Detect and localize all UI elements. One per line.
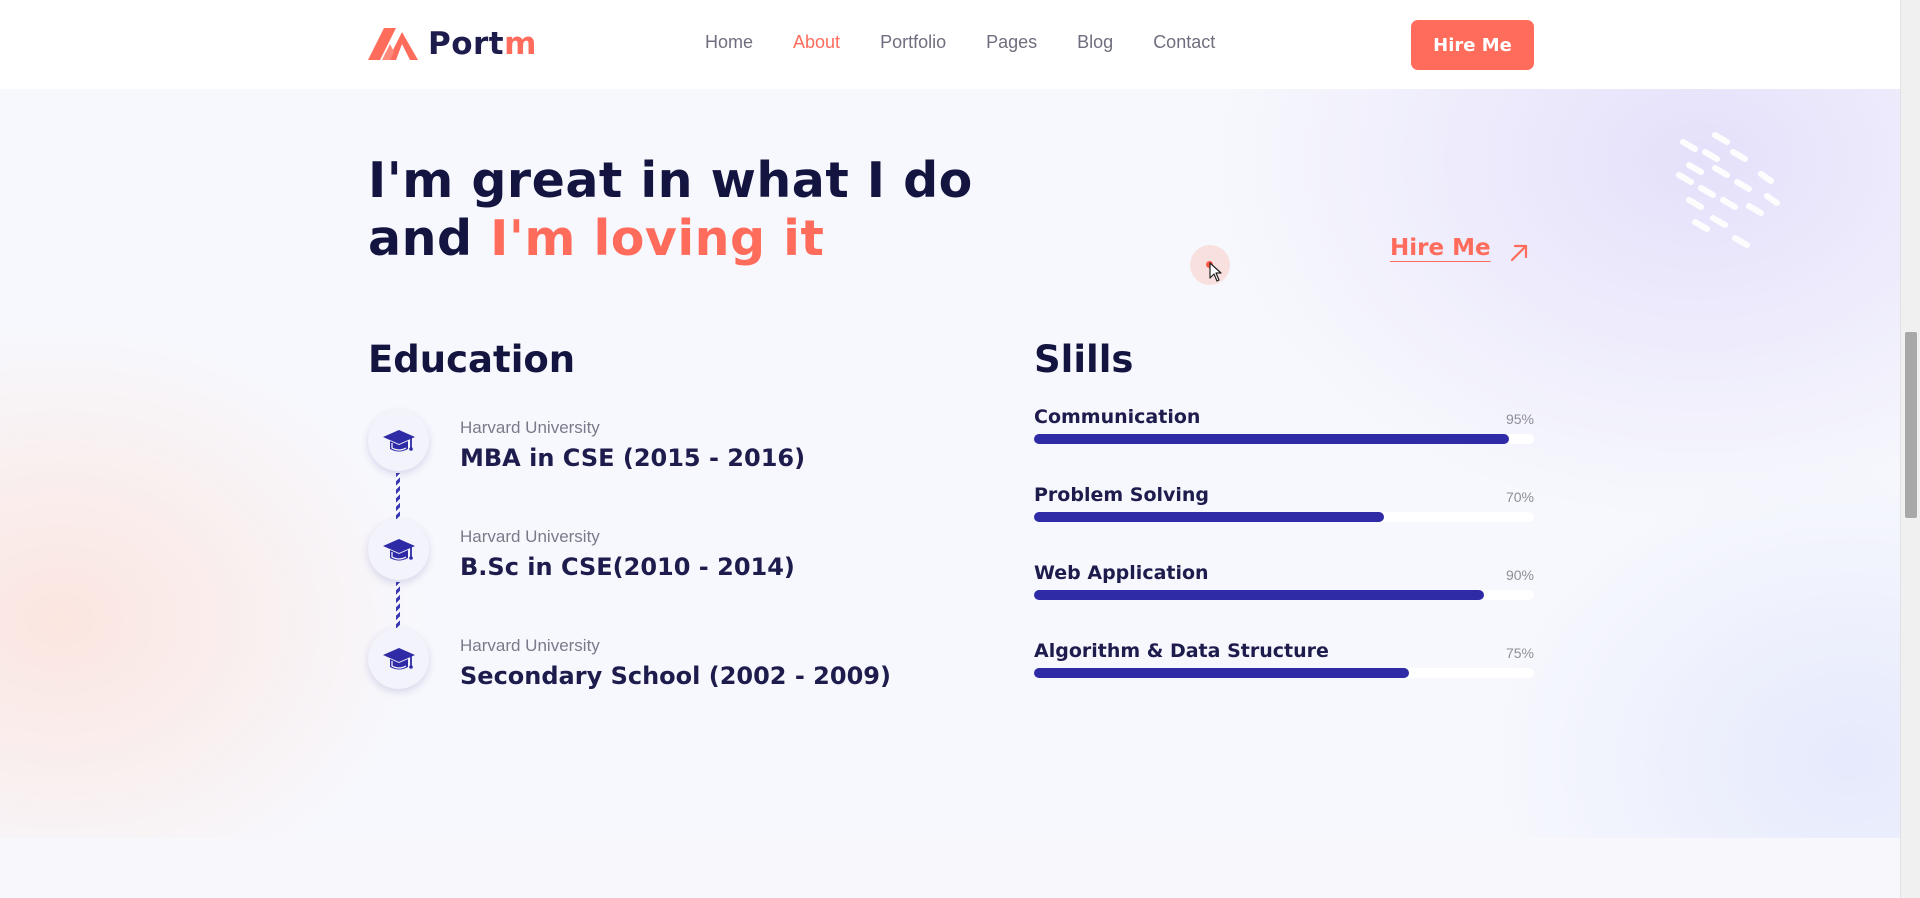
skills-title: Slills: [1034, 338, 1134, 381]
education-item: Harvard University MBA in CSE (2015 - 20…: [368, 410, 968, 480]
next-section-band: [0, 838, 1900, 898]
hire-me-link[interactable]: Hire Me: [1390, 235, 1491, 261]
site-header: Portm Home About Portfolio Pages Blog Co…: [0, 0, 1900, 89]
education-icon-wrap: [368, 628, 429, 689]
logo[interactable]: Portm: [368, 26, 537, 62]
decorative-stripes: [1676, 132, 1780, 248]
skill-track: [1034, 668, 1534, 678]
skill-item: Algorithm & Data Structure 75%: [1034, 640, 1534, 690]
graduation-cap-icon: [382, 429, 415, 451]
education-icon-wrap: [368, 410, 429, 471]
nav-portfolio[interactable]: Portfolio: [880, 32, 946, 53]
education-degree: Secondary School (2002 - 2009): [460, 662, 891, 690]
skill-track: [1034, 512, 1534, 522]
page: Portm Home About Portfolio Pages Blog Co…: [0, 0, 1900, 898]
nav-home[interactable]: Home: [705, 32, 753, 53]
education-degree: MBA in CSE (2015 - 2016): [460, 444, 806, 472]
nav-contact[interactable]: Contact: [1153, 32, 1215, 53]
timeline-connector: [396, 473, 400, 519]
logo-mark-icon: [368, 28, 418, 60]
logo-text-part1: Port: [428, 26, 505, 62]
arrow-up-right-icon[interactable]: [1508, 242, 1530, 264]
main-nav: Home About Portfolio Pages Blog Contact: [705, 32, 1255, 53]
skill-progress-bar: [1034, 512, 1384, 522]
skill-percent: 70%: [1505, 489, 1534, 505]
logo-text-part2: m: [504, 26, 537, 62]
headline-line1: I'm great in what I do: [368, 152, 973, 209]
skill-percent: 95%: [1505, 411, 1534, 427]
education-degree: B.Sc in CSE(2010 - 2014): [460, 553, 795, 581]
skill-item: Communication 95%: [1034, 406, 1534, 456]
skill-item: Problem Solving 70%: [1034, 484, 1534, 534]
page-scrollbar[interactable]: [1900, 0, 1920, 898]
education-school: Harvard University: [460, 527, 600, 546]
skill-percent: 75%: [1505, 645, 1534, 661]
scrollbar-thumb[interactable]: [1905, 332, 1917, 518]
hero-headline: I'm great in what I do and I'm loving it: [368, 152, 973, 268]
education-icon-wrap: [368, 519, 429, 580]
headline-line2-prefix: and: [368, 210, 491, 267]
nav-blog[interactable]: Blog: [1077, 32, 1113, 53]
skill-name: Problem Solving: [1034, 484, 1210, 506]
hire-me-button[interactable]: Hire Me: [1411, 20, 1534, 70]
skill-name: Communication: [1034, 406, 1201, 428]
skill-progress-bar: [1034, 590, 1484, 600]
graduation-cap-icon: [382, 647, 415, 669]
skill-track: [1034, 590, 1534, 600]
skill-percent: 90%: [1505, 567, 1534, 583]
graduation-cap-icon: [382, 538, 415, 560]
skill-progress-bar: [1034, 434, 1509, 444]
skill-progress-bar: [1034, 668, 1409, 678]
mouse-pointer-icon: [1209, 262, 1222, 282]
skill-name: Algorithm & Data Structure: [1034, 640, 1329, 662]
education-item: Harvard University B.Sc in CSE(2010 - 20…: [368, 519, 968, 589]
timeline-connector: [396, 582, 400, 628]
skill-name: Web Application: [1034, 562, 1209, 584]
headline-accent: I'm loving it: [490, 210, 825, 267]
education-title: Education: [368, 338, 576, 381]
logo-text: Portm: [428, 26, 537, 62]
skill-item: Web Application 90%: [1034, 562, 1534, 612]
education-school: Harvard University: [460, 418, 600, 437]
education-item: Harvard University Secondary School (200…: [368, 628, 968, 698]
nav-about[interactable]: About: [793, 32, 840, 53]
skill-track: [1034, 434, 1534, 444]
education-school: Harvard University: [460, 636, 600, 655]
nav-pages[interactable]: Pages: [986, 32, 1037, 53]
